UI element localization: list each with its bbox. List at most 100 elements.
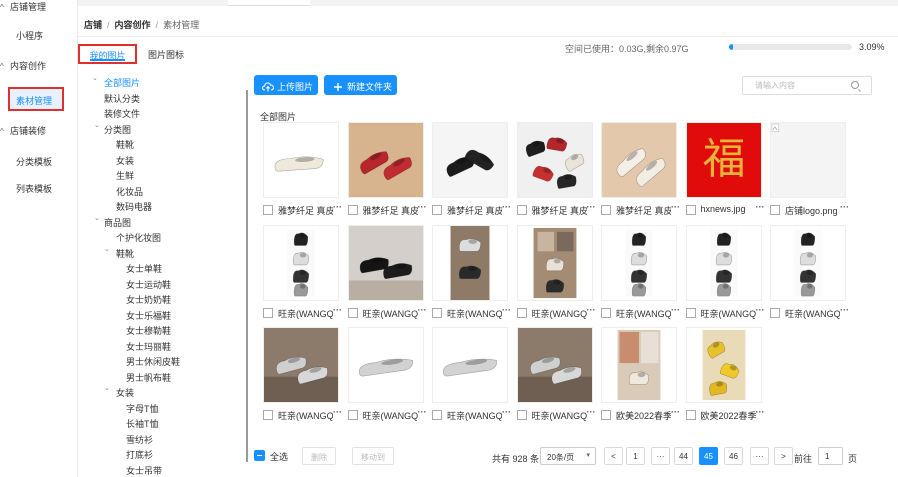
page-button[interactable]: 46 [724,447,743,465]
more-icon[interactable]: ··· [756,202,765,212]
more-icon[interactable]: ··· [502,305,511,315]
tree-node[interactable]: 打底衫 [126,448,153,461]
tree-node[interactable]: 女士运动鞋 [126,278,171,291]
sidebar-item-list-template[interactable]: 列表模板 [16,182,52,195]
more-icon[interactable]: ··· [418,305,427,315]
tree-node[interactable]: 雪纺衫 [126,433,153,446]
more-icon[interactable]: ··· [671,202,680,212]
more-icon[interactable]: ··· [671,407,680,417]
tree-node[interactable]: 女士穆勒鞋 [126,324,171,337]
image-thumbnail[interactable] [770,122,846,198]
tree-node[interactable]: 女士单鞋 [126,262,162,275]
select-all-label[interactable]: 全选 [270,450,288,463]
tree-node[interactable]: 鞋靴 [116,138,134,151]
page-button[interactable]: 44 [674,447,693,465]
image-thumbnail[interactable] [432,327,508,403]
new-folder-button[interactable]: 新建文件夹 [324,75,397,95]
sidebar-group-content[interactable]: ^ 内容创作 [0,59,46,72]
breadcrumb-item-shop[interactable]: 店铺 [84,20,102,30]
chevron-down-icon[interactable]: ⌄ [92,76,98,82]
more-icon[interactable]: ··· [840,305,849,315]
image-checkbox[interactable] [685,205,696,215]
chevron-down-icon[interactable]: ⌄ [104,384,110,392]
tree-node[interactable]: 男士休闲皮鞋 [126,355,180,368]
more-icon[interactable]: ··· [333,305,342,315]
image-checkbox[interactable] [263,307,273,318]
tree-node[interactable]: 长袖T恤 [126,417,159,430]
image-thumbnail[interactable] [516,122,593,198]
more-icon[interactable]: ··· [418,202,427,212]
upload-image-button[interactable]: 上传图片 [254,75,318,95]
tree-node[interactable]: 个护化妆图 [116,231,161,244]
image-thumbnail[interactable] [347,327,424,403]
image-checkbox[interactable] [516,205,527,215]
image-checkbox[interactable] [347,307,358,318]
tree-node[interactable]: 女士吊带 [126,464,162,477]
image-checkbox[interactable] [432,307,442,318]
image-checkbox[interactable] [601,307,611,318]
more-icon[interactable]: ··· [333,407,342,417]
tree-node[interactable]: 男士帆布鞋 [126,371,171,384]
image-checkbox[interactable] [685,307,696,318]
tree-node[interactable]: 默认分类 [104,92,140,105]
tree-scrollbar[interactable] [246,90,248,462]
image-thumbnail[interactable] [263,224,339,301]
prev-page-button[interactable]: < [604,447,623,465]
image-checkbox[interactable] [601,205,611,215]
sidebar-item-miniprogram[interactable]: 小程序 [16,29,43,42]
more-icon[interactable]: ··· [587,407,596,417]
image-thumbnail[interactable] [770,224,846,301]
search-input[interactable] [743,77,843,94]
image-checkbox[interactable] [263,205,273,215]
image-checkbox[interactable] [263,410,273,420]
tree-node[interactable]: 全部图片 [104,76,140,89]
page-ellipsis[interactable]: ··· [750,447,769,465]
image-thumbnail[interactable] [601,122,677,198]
more-icon[interactable]: ··· [840,202,849,212]
tree-node[interactable]: 化妆品 [116,185,143,198]
more-icon[interactable]: ··· [587,202,596,212]
sidebar-item-category-template[interactable]: 分类模板 [16,155,52,168]
image-thumbnail[interactable] [432,122,508,198]
sidebar-group-decoration[interactable]: ^ 店铺装修 [0,124,46,137]
image-thumbnail[interactable] [516,224,593,301]
more-icon[interactable]: ··· [418,407,427,417]
image-checkbox[interactable] [770,205,780,215]
more-icon[interactable]: ··· [756,305,765,315]
image-checkbox[interactable] [432,205,442,215]
image-thumbnail[interactable] [601,327,677,403]
image-checkbox[interactable] [516,307,527,318]
chevron-down-icon[interactable]: ⌄ [104,245,110,253]
goto-page-input[interactable]: 1 [818,447,843,465]
image-thumbnail[interactable] [263,327,339,403]
breadcrumb-item-content[interactable]: 内容创作 [115,20,151,30]
move-to-button[interactable]: 移动到 [352,447,394,465]
more-icon[interactable]: ··· [333,202,342,212]
image-thumbnail[interactable] [685,224,762,301]
image-thumbnail[interactable] [347,224,424,301]
more-icon[interactable]: ··· [756,407,765,417]
tree-node[interactable]: 数码电器 [116,200,152,213]
tree-node[interactable]: 字母T恤 [126,402,159,415]
tree-node[interactable]: 女士玛丽鞋 [126,340,171,353]
delete-button[interactable]: 删除 [302,447,336,465]
sidebar-item-material[interactable]: 素材管理 [8,87,64,111]
select-all-checkbox[interactable] [254,450,265,461]
more-icon[interactable]: ··· [502,407,511,417]
image-thumbnail[interactable] [432,224,508,301]
chevron-down-icon[interactable]: ⌄ [94,214,100,222]
search-icon[interactable] [851,81,859,89]
image-checkbox[interactable] [516,410,527,420]
image-thumbnail[interactable] [685,327,762,403]
tree-node[interactable]: 分类图 [104,123,131,136]
image-checkbox[interactable] [601,410,611,420]
image-thumbnail[interactable] [601,224,677,301]
image-checkbox[interactable] [685,410,696,420]
tree-node[interactable]: 商品图 [104,216,131,229]
sidebar-group-shop[interactable]: ^ 店铺管理 [0,0,46,13]
more-icon[interactable]: ··· [671,305,680,315]
image-thumbnail[interactable] [347,122,424,198]
tree-node[interactable]: 女士奶奶鞋 [126,293,171,306]
tab-image-icons[interactable]: 图片图标 [148,48,184,61]
page-ellipsis[interactable]: ··· [651,447,670,465]
